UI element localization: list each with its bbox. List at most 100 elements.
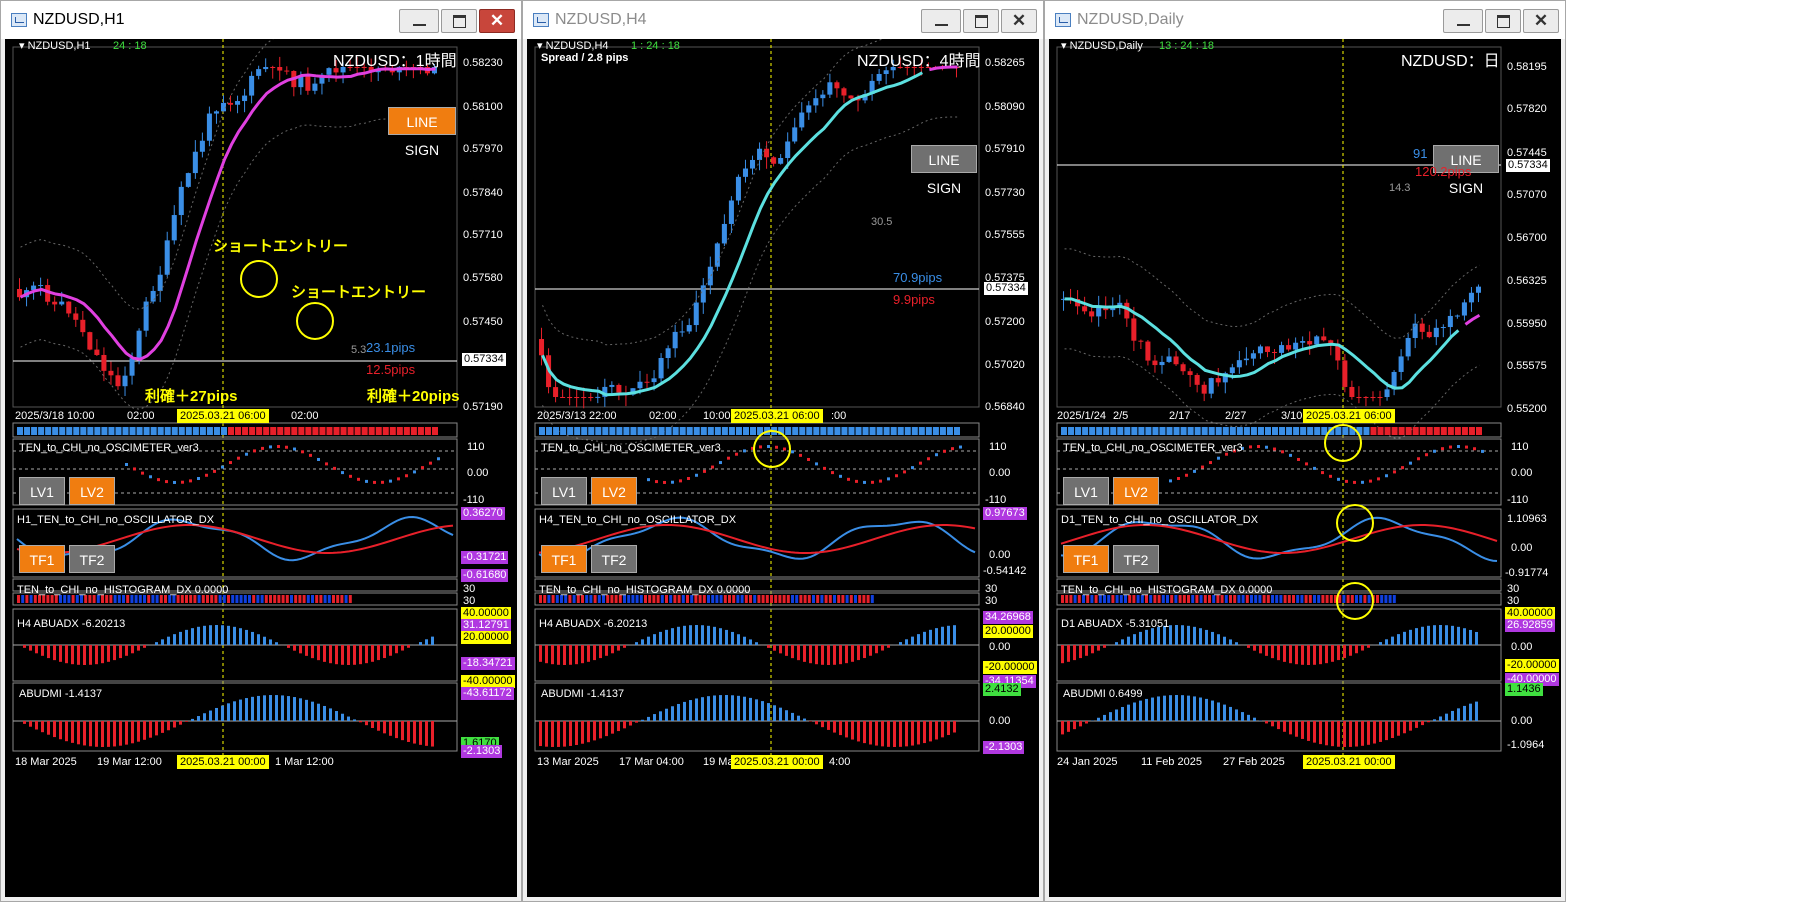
maximize-button[interactable]	[1485, 9, 1521, 33]
line-sign-button[interactable]: LINE SIGN	[911, 145, 977, 196]
abudmi-bar	[1133, 702, 1136, 721]
trend-strip-bar	[73, 427, 80, 435]
title-bar[interactable]: NZDUSD,Daily ✕	[1045, 1, 1565, 39]
candle-body	[637, 381, 643, 389]
abudmi-bar	[377, 721, 380, 731]
candle-body	[553, 387, 559, 397]
abudmi-bar	[689, 700, 692, 721]
histogram-block	[1292, 595, 1295, 603]
trend-strip-bar	[904, 427, 911, 435]
abudmi-bar	[59, 721, 62, 740]
histogram-block	[315, 595, 319, 603]
osc-dot	[317, 457, 320, 461]
abudmi-bar	[1067, 721, 1070, 732]
abuadx-bar	[671, 628, 674, 645]
abuadx-bar	[107, 645, 110, 662]
chart-area[interactable]: ▾ NZDUSD,Daily 13 : 24 : 18 NZDUSD：日 91 …	[1049, 39, 1561, 897]
candle-body	[1173, 356, 1179, 365]
time-label: 24 Jan 2025	[1057, 756, 1118, 768]
abudmi-bar	[905, 721, 908, 747]
trend-strip-bar	[750, 427, 757, 435]
osc-dot	[1377, 477, 1380, 481]
abuadx-bar	[581, 645, 584, 664]
trend-strip-bar	[1307, 427, 1314, 435]
price-tick: 0.55200	[1507, 403, 1547, 415]
tf1-button[interactable]: TF1	[541, 545, 587, 573]
abudmi-bar	[155, 721, 158, 736]
abudmi-bar	[1235, 709, 1238, 721]
chart-area[interactable]: ▾ NZDUSD,H1 24 : 18 NZDUSD：1時間 LINE SIGN…	[5, 39, 517, 897]
title-bar[interactable]: NZDUSD,H1 ✕	[1, 1, 521, 39]
close-icon: ✕	[489, 11, 505, 30]
candle-body	[841, 88, 847, 96]
abuadx-bar	[221, 625, 224, 645]
osc-dot	[229, 461, 232, 465]
chart-area[interactable]: ▾ NZDUSD,H4 1 : 24 : 18 Spread / 2.8 pip…	[527, 39, 1039, 897]
abudmi-bar	[851, 721, 854, 740]
lv2-button[interactable]: LV2	[69, 477, 115, 505]
tf1-button[interactable]: TF1	[1063, 545, 1109, 573]
abudmi-bar	[35, 721, 38, 730]
abudmi-bar	[1127, 704, 1130, 721]
maximize-button[interactable]	[963, 9, 999, 33]
maximize-button[interactable]	[441, 9, 477, 33]
abudmi-bar	[413, 721, 416, 744]
close-button[interactable]: ✕	[479, 9, 515, 33]
abuadx-bar	[1121, 639, 1124, 645]
osc-dot	[783, 447, 786, 451]
lv1-button[interactable]: LV1	[541, 477, 587, 505]
tf2-button[interactable]: TF2	[69, 545, 115, 573]
candle-body	[263, 67, 269, 70]
osc-dot	[807, 457, 810, 461]
osc-dot	[1289, 453, 1292, 457]
lv2-button[interactable]: LV2	[591, 477, 637, 505]
abudmi-bar	[1223, 704, 1226, 721]
tf2-button[interactable]: TF2	[591, 545, 637, 573]
candle-body	[1454, 315, 1460, 317]
title-bar[interactable]: NZDUSD,H4 ✕	[523, 1, 1043, 39]
abudmi-bar	[545, 721, 548, 747]
osc-dot	[743, 449, 746, 453]
tf2-button[interactable]: TF2	[1113, 545, 1159, 573]
minimize-button[interactable]	[921, 9, 961, 33]
osc-dot	[823, 466, 826, 470]
candle-body	[735, 176, 741, 201]
lv1-button[interactable]: LV1	[19, 477, 65, 505]
minimize-button[interactable]	[399, 9, 439, 33]
candle-body	[122, 375, 128, 387]
trend-strip-bar	[1124, 427, 1131, 435]
candle-body	[1272, 351, 1278, 353]
osc-dot	[397, 477, 400, 481]
abuadx-bar	[641, 639, 644, 645]
countdown: 1 : 24 : 18	[631, 40, 680, 52]
abudmi-bar	[107, 721, 110, 747]
abudmi-bar	[821, 721, 824, 728]
candle-body	[1440, 327, 1446, 329]
histogram-block	[795, 595, 799, 603]
close-button[interactable]: ✕	[1523, 9, 1559, 33]
candle-body	[1468, 292, 1474, 303]
osc-dot	[269, 445, 272, 449]
osc-dot	[719, 461, 722, 465]
abudmi-bar	[407, 721, 410, 742]
osc-dot	[1409, 461, 1412, 465]
tf1-button[interactable]: TF1	[19, 545, 65, 573]
abudmi-bar	[263, 695, 266, 721]
lv2-button[interactable]: LV2	[1113, 477, 1159, 505]
candle-body	[326, 68, 332, 75]
abuadx-bar	[929, 629, 932, 645]
abudmi-bar	[1163, 695, 1166, 721]
candle-body	[834, 82, 840, 89]
osc-dot	[1345, 479, 1348, 483]
abudmi-bar	[305, 699, 308, 721]
osc-dot	[847, 477, 850, 481]
osc-dot	[1465, 445, 1468, 449]
minimize-button[interactable]	[1443, 9, 1483, 33]
line-sign-button[interactable]: LINE SIGN	[388, 107, 456, 158]
lv1-button[interactable]: LV1	[1063, 477, 1109, 505]
histogram-block	[248, 595, 251, 603]
histogram-block	[799, 595, 803, 603]
close-button[interactable]: ✕	[1001, 9, 1037, 33]
abuadx-bar	[215, 625, 218, 645]
chart-canvas[interactable]	[5, 39, 519, 899]
